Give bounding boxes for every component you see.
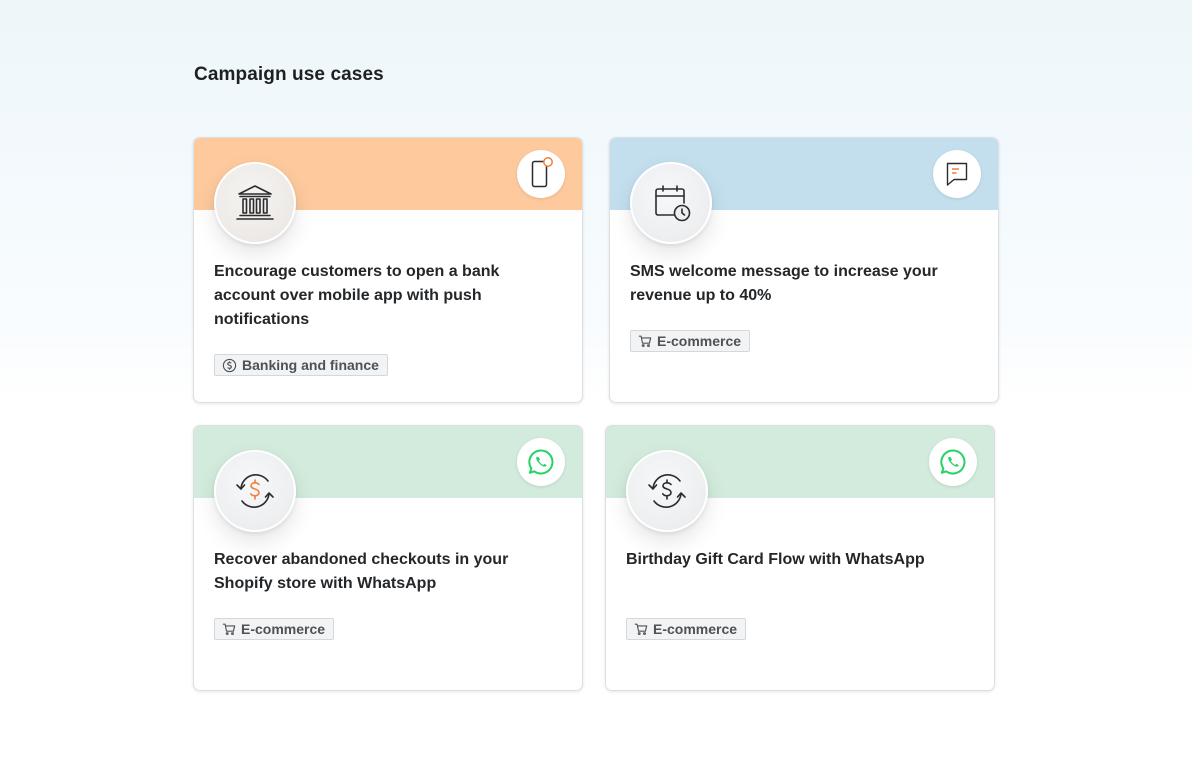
category-tag: E-commerce [626,618,747,640]
category-tag: Banking and finance [214,354,388,376]
card-title: Recover abandoned checkouts in your Shop… [214,551,509,592]
dollar-cycle-icon [214,450,296,532]
use-case-card-sms-welcome[interactable]: SMS welcome message to increase your rev… [609,137,999,403]
card-title: Birthday Gift Card Flow with WhatsApp [626,551,925,568]
category-tag: E-commerce [630,330,751,352]
whatsapp-icon [517,438,565,486]
page-title: Campaign use cases [194,64,384,85]
calendar-clock-icon [630,162,712,244]
mobile-push-icon [517,150,565,198]
tag-label: E-commerce [657,333,742,349]
card-title: SMS welcome message to increase your rev… [630,263,938,304]
category-tag: E-commerce [214,618,335,640]
dollar-circle-icon [222,358,237,373]
tag-label: E-commerce [241,621,326,637]
card-title: Encourage customers to open a bank accou… [214,263,500,328]
use-case-card-birthday-gift[interactable]: Birthday Gift Card Flow with WhatsApp E-… [605,425,995,691]
tag-label: Banking and finance [242,357,379,373]
use-case-card-bank-account[interactable]: Encourage customers to open a bank accou… [193,137,583,403]
sms-icon [933,150,981,198]
tag-label: E-commerce [653,621,738,637]
cart-icon [634,622,648,636]
whatsapp-icon [929,438,977,486]
cart-icon [638,334,652,348]
use-case-card-abandoned-checkouts[interactable]: Recover abandoned checkouts in your Shop… [193,425,583,691]
bank-icon [214,162,296,244]
dollar-cycle-icon [626,450,708,532]
cart-icon [222,622,236,636]
